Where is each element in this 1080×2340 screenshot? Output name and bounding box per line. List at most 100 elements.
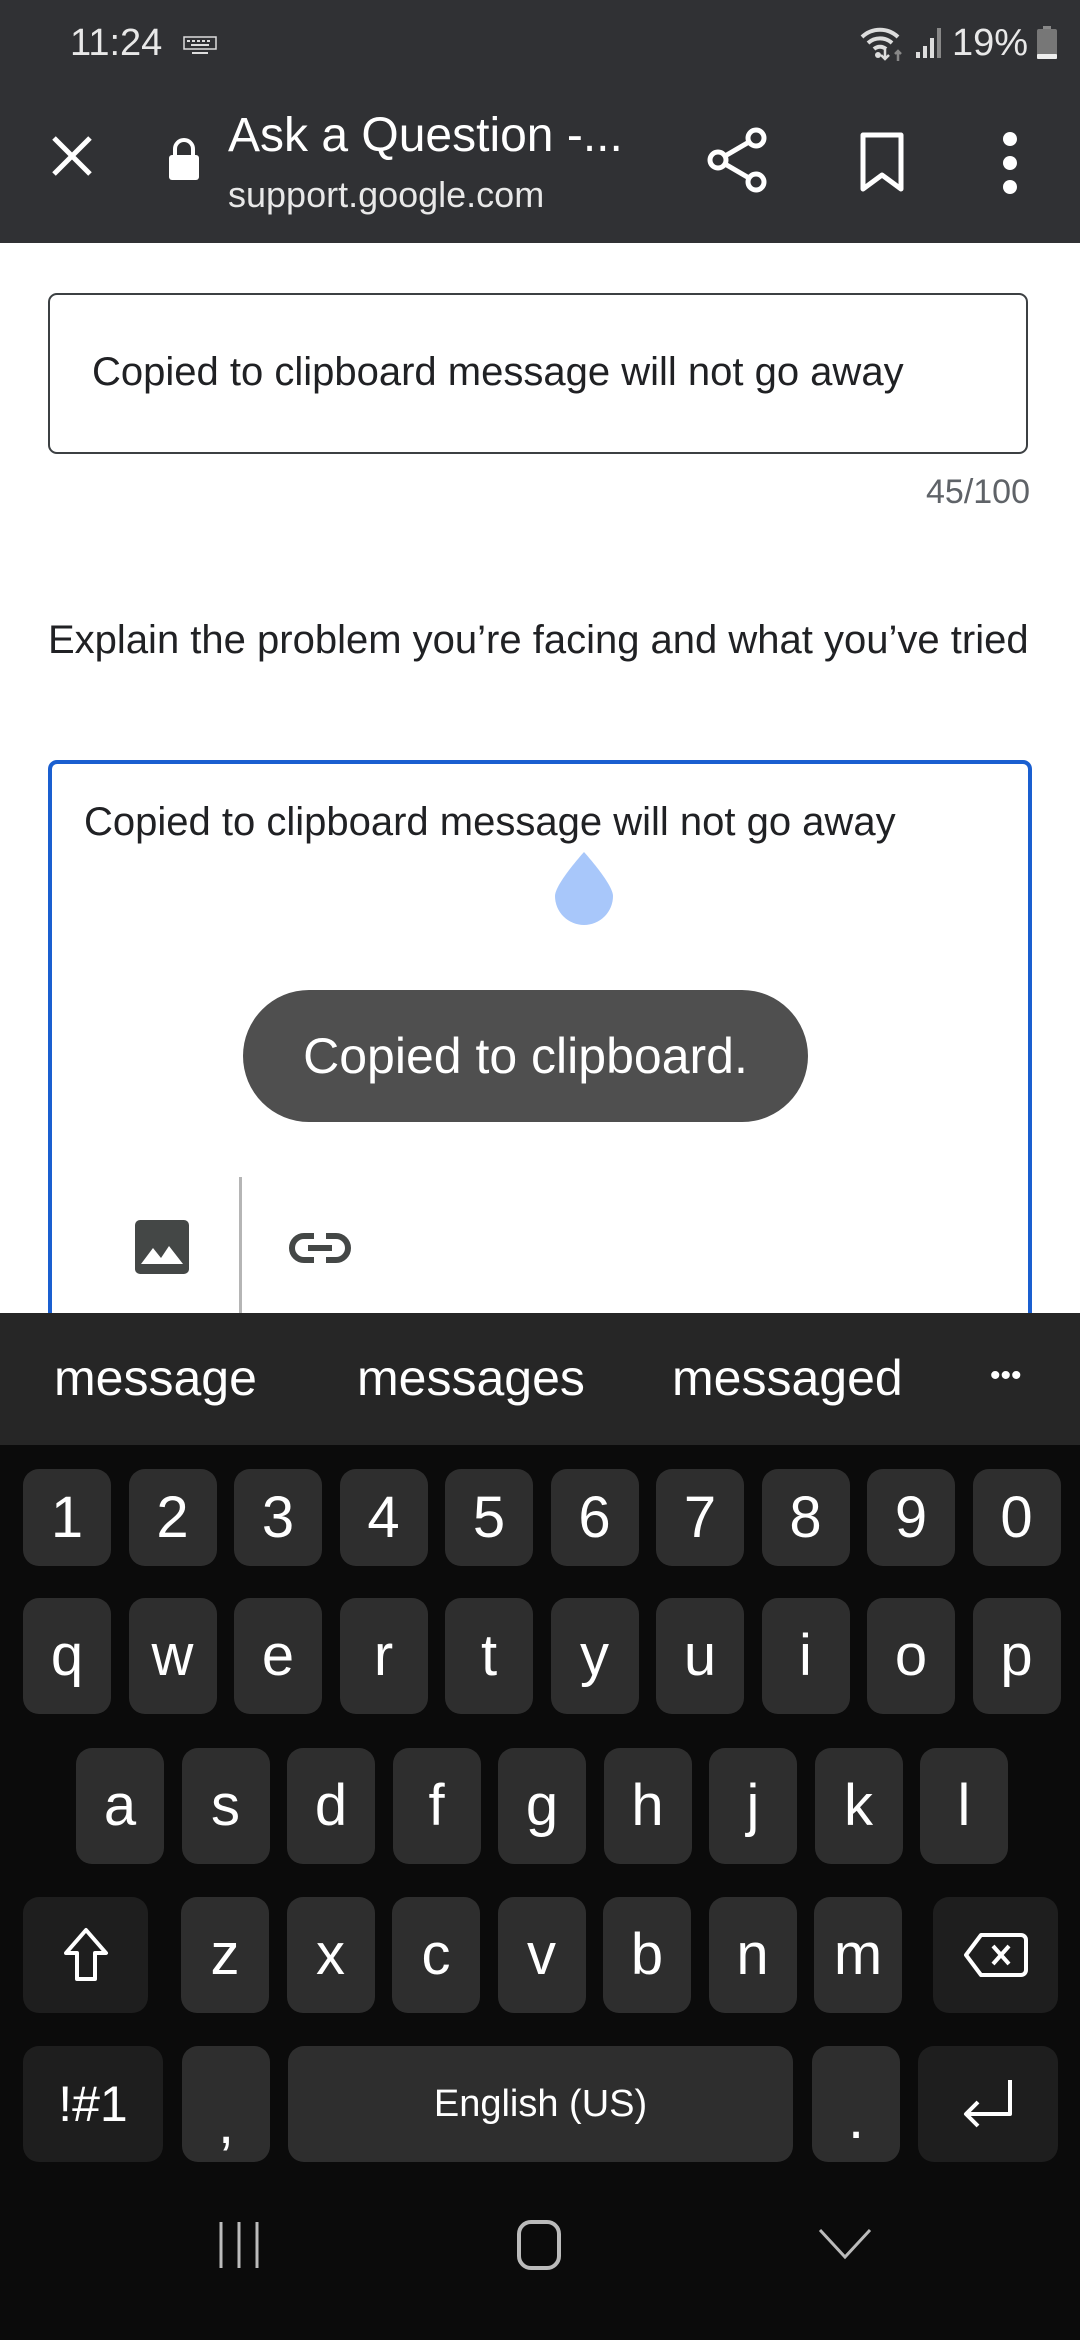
key-label: 1 bbox=[50, 1484, 84, 1550]
key-7[interactable]: 7 bbox=[656, 1469, 744, 1566]
key-w[interactable]: w bbox=[128, 1598, 217, 1714]
page-url[interactable]: support.google.com bbox=[228, 174, 544, 216]
key-5[interactable]: 5 bbox=[445, 1469, 533, 1566]
period-key[interactable]: . bbox=[812, 2046, 900, 2162]
backspace-key[interactable] bbox=[933, 1897, 1058, 2013]
recents-icon[interactable] bbox=[214, 2220, 264, 2270]
description-value[interactable]: Copied to clipboard message will not go … bbox=[84, 800, 896, 845]
shift-key[interactable] bbox=[23, 1897, 148, 2013]
key-label: t bbox=[480, 1623, 498, 1688]
key-9[interactable]: 9 bbox=[867, 1469, 955, 1566]
key-label: h bbox=[631, 1773, 664, 1838]
symbols-key-label: !#1 bbox=[58, 2076, 128, 2132]
home-icon[interactable] bbox=[514, 2220, 564, 2270]
key-6[interactable]: 6 bbox=[550, 1469, 639, 1566]
key-j[interactable]: j bbox=[709, 1748, 797, 1864]
key-l[interactable]: l bbox=[920, 1748, 1008, 1864]
shift-icon bbox=[63, 1928, 108, 1981]
bookmark-icon[interactable] bbox=[845, 125, 921, 201]
key-e[interactable]: e bbox=[234, 1598, 322, 1714]
key-label: v bbox=[527, 1922, 556, 1987]
image-icon[interactable] bbox=[133, 1218, 191, 1276]
key-h[interactable]: h bbox=[603, 1748, 692, 1864]
key-y[interactable]: y bbox=[550, 1598, 639, 1714]
key-1[interactable]: 1 bbox=[23, 1469, 111, 1566]
key-u[interactable]: u bbox=[656, 1598, 744, 1714]
toast-message: Copied to clipboard. bbox=[303, 1028, 748, 1084]
key-b[interactable]: b bbox=[603, 1897, 691, 2013]
key-p[interactable]: p bbox=[972, 1598, 1061, 1714]
key-k[interactable]: k bbox=[814, 1748, 903, 1864]
text-cursor-handle[interactable] bbox=[553, 850, 615, 925]
more-vert-icon[interactable] bbox=[980, 125, 1040, 201]
key-2[interactable]: 2 bbox=[128, 1469, 217, 1566]
comma-key-label: , bbox=[217, 2091, 235, 2156]
key-m[interactable]: m bbox=[814, 1897, 902, 2013]
key-v[interactable]: v bbox=[497, 1897, 586, 2013]
comma-key[interactable]: , bbox=[182, 2046, 270, 2162]
key-o[interactable]: o bbox=[867, 1598, 955, 1714]
battery-icon bbox=[1037, 26, 1057, 59]
suggestion-item[interactable]: message bbox=[54, 1349, 257, 1407]
link-icon[interactable] bbox=[288, 1228, 352, 1268]
key-g[interactable]: g bbox=[498, 1748, 586, 1864]
key-label: 6 bbox=[578, 1484, 611, 1550]
enter-icon bbox=[964, 2080, 1012, 2128]
period-key-label: . bbox=[847, 2086, 865, 2151]
key-label: q bbox=[50, 1623, 84, 1688]
key-8[interactable]: 8 bbox=[761, 1469, 850, 1566]
key-f[interactable]: f bbox=[392, 1748, 481, 1864]
question-title-value[interactable]: Copied to clipboard message will not go … bbox=[92, 350, 904, 395]
character-counter: 45/100 bbox=[926, 473, 1030, 511]
key-4[interactable]: 4 bbox=[339, 1469, 428, 1566]
key-label: 7 bbox=[683, 1484, 717, 1550]
status-icons: 19% bbox=[858, 20, 1058, 66]
symbols-key[interactable]: !#1 bbox=[23, 2046, 163, 2162]
key-label: l bbox=[957, 1773, 971, 1838]
hide-keyboard-icon[interactable] bbox=[815, 2227, 875, 2263]
copied-toast: Copied to clipboard. bbox=[243, 990, 808, 1122]
battery-percent: 19% bbox=[951, 21, 1028, 64]
key-3[interactable]: 3 bbox=[234, 1469, 322, 1566]
close-icon[interactable] bbox=[40, 124, 104, 188]
key-label: 2 bbox=[156, 1484, 189, 1550]
key-label: i bbox=[799, 1623, 812, 1688]
key-label: a bbox=[103, 1773, 137, 1838]
description-label: Explain the problem you’re facing and wh… bbox=[48, 618, 1029, 662]
space-key[interactable]: English (US) bbox=[288, 2046, 793, 2162]
key-label: 4 bbox=[367, 1484, 400, 1550]
page-title: Ask a Question -... bbox=[228, 109, 623, 162]
key-label: z bbox=[210, 1922, 240, 1987]
key-a[interactable]: a bbox=[76, 1748, 164, 1864]
key-label: 9 bbox=[894, 1484, 928, 1550]
backspace-icon bbox=[963, 1933, 1028, 1977]
key-label: 5 bbox=[472, 1484, 506, 1550]
key-q[interactable]: q bbox=[23, 1598, 111, 1714]
key-label: n bbox=[736, 1922, 769, 1987]
key-label: y bbox=[580, 1623, 609, 1688]
more-suggestions-button[interactable]: ••• bbox=[990, 1359, 1022, 1393]
key-label: r bbox=[373, 1623, 394, 1688]
suggestion-item[interactable]: messages bbox=[357, 1349, 585, 1407]
key-c[interactable]: c bbox=[392, 1897, 480, 2013]
key-n[interactable]: n bbox=[708, 1897, 797, 2013]
key-s[interactable]: s bbox=[181, 1748, 270, 1864]
key-0[interactable]: 0 bbox=[972, 1469, 1061, 1566]
key-label: p bbox=[1000, 1623, 1033, 1688]
enter-key[interactable] bbox=[918, 2046, 1058, 2162]
system-nav-bar bbox=[0, 2162, 1080, 2340]
key-d[interactable]: d bbox=[287, 1748, 375, 1864]
key-label: c bbox=[421, 1922, 451, 1987]
key-label: j bbox=[746, 1773, 760, 1838]
key-i[interactable]: i bbox=[761, 1598, 850, 1714]
key-r[interactable]: r bbox=[339, 1598, 428, 1714]
key-z[interactable]: z bbox=[181, 1897, 269, 2013]
suggestion-item[interactable]: messaged bbox=[672, 1349, 903, 1407]
wifi-icon bbox=[860, 27, 902, 61]
key-t[interactable]: t bbox=[445, 1598, 533, 1714]
suggestion-bar: message messages messaged ••• bbox=[0, 1313, 1080, 1445]
lock-icon bbox=[169, 138, 199, 180]
key-label: m bbox=[833, 1922, 883, 1987]
share-icon[interactable] bbox=[700, 122, 776, 198]
key-x[interactable]: x bbox=[286, 1897, 375, 2013]
